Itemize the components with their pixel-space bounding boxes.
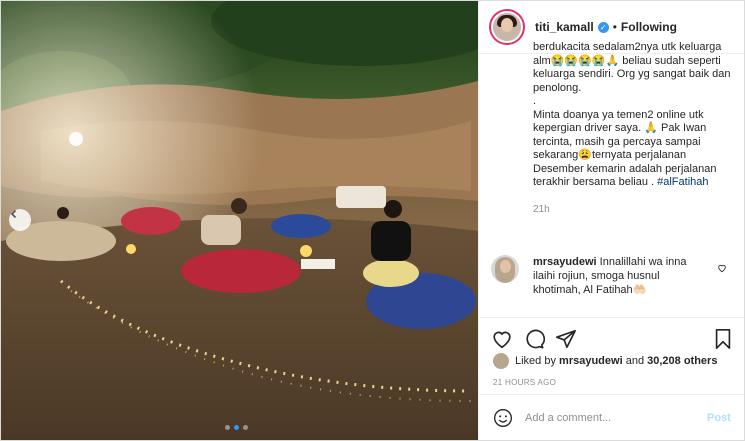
save-bookmark-icon[interactable] — [713, 328, 733, 350]
carousel-dot-active — [234, 425, 239, 430]
caption-line: . — [533, 95, 537, 107]
commenter-username[interactable]: mrsayudewi — [533, 256, 597, 268]
likes-prefix: Liked by — [515, 355, 556, 367]
comment-bubble-icon[interactable] — [523, 328, 545, 350]
commenter-avatar[interactable] — [491, 255, 519, 283]
hashtag-link[interactable]: #alFatihah — [657, 176, 708, 188]
emoji-smiley-icon[interactable] — [493, 408, 513, 428]
carousel-prev-button[interactable] — [9, 209, 31, 231]
post-comment-button[interactable]: Post — [707, 412, 731, 424]
liker-username[interactable]: mrsayudewi — [559, 355, 623, 367]
add-comment-input[interactable] — [523, 411, 697, 425]
likes-count[interactable]: 30,208 others — [647, 355, 717, 367]
verified-badge-icon: ✓ — [597, 21, 609, 33]
likes-summary[interactable]: Liked by mrsayudewi and 30,208 others — [493, 353, 717, 369]
post-details-panel: titi_kamall ✓ • Following berdukacita se… — [478, 1, 744, 440]
instagram-post-modal: titi_kamall ✓ • Following berdukacita se… — [0, 0, 745, 441]
author-avatar[interactable] — [491, 11, 523, 43]
chevron-left-icon — [10, 209, 17, 219]
post-photo[interactable] — [1, 1, 478, 440]
comment-item: mrsayudewi Innalillahi wa inna ilaihi ro… — [491, 255, 737, 297]
post-date[interactable]: 21 HOURS AGO — [493, 378, 556, 387]
caption-time[interactable]: 21h — [533, 203, 733, 217]
post-caption: berdukacita sedalam2nya utk keluarga alm… — [533, 41, 733, 216]
carousel-dot — [243, 425, 248, 430]
header-separator: • — [612, 20, 617, 34]
comment-like-heart-icon[interactable] — [717, 263, 727, 273]
likes-and: and — [625, 355, 645, 367]
carousel-dot — [225, 425, 230, 430]
share-paper-plane-icon[interactable] — [555, 328, 577, 350]
add-comment-bar: Post — [479, 394, 744, 440]
caption-line: Minta doanya ya temen2 online utk keperg… — [533, 109, 733, 190]
like-heart-icon[interactable] — [491, 328, 513, 350]
caption-line: berdukacita sedalam2nya utk keluarga alm… — [533, 41, 731, 94]
carousel-indicator — [225, 425, 248, 430]
following-button[interactable]: Following — [621, 20, 677, 34]
liker-avatar — [493, 353, 509, 369]
beach-night-scene — [1, 1, 478, 440]
author-username[interactable]: titi_kamall — [535, 20, 594, 34]
comment-body: mrsayudewi Innalillahi wa inna ilaihi ro… — [533, 255, 705, 297]
